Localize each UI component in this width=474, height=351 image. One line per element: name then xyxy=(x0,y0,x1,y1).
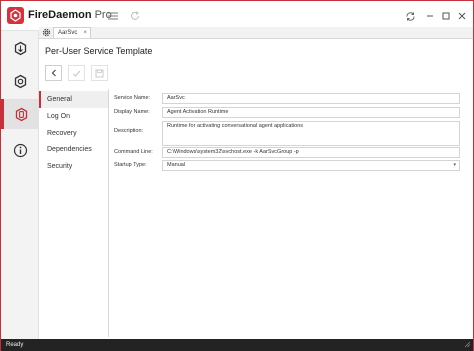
nav-item-recovery[interactable]: Recovery xyxy=(39,125,108,142)
startup-type-select[interactable]: Manual ▾ xyxy=(162,160,460,171)
nav-item-dependencies[interactable]: Dependencies xyxy=(39,141,108,158)
save-button[interactable] xyxy=(91,65,108,81)
tab-label: AarSvc xyxy=(58,30,78,36)
back-button[interactable] xyxy=(45,65,62,81)
command-line-field[interactable]: C:\Windows\system32\svchost.exe -k AarSv… xyxy=(162,147,460,158)
nav-item-security[interactable]: Security xyxy=(39,158,108,175)
nav-item-general[interactable]: General xyxy=(39,91,108,108)
page-title: Per-User Service Template xyxy=(45,46,153,56)
sidebar-services[interactable] xyxy=(1,33,39,63)
refresh-icon[interactable] xyxy=(127,8,143,24)
service-settings-icon xyxy=(14,74,26,88)
app-title: FireDaemon Pro xyxy=(28,9,112,21)
sidebar-about[interactable] xyxy=(1,135,39,165)
command-line-label: Command Line: xyxy=(114,149,153,155)
tab-close-icon[interactable]: × xyxy=(83,28,87,38)
general-form: Service Name: AarSvc Display Name: Agent… xyxy=(109,89,473,337)
settings-nav: General Log On Recovery Dependencies Sec… xyxy=(39,89,109,337)
tab-aarsvc[interactable]: AarSvc × xyxy=(53,27,91,38)
service-name-field[interactable]: AarSvc xyxy=(162,93,460,104)
service-name-label: Service Name: xyxy=(114,95,151,101)
startup-type-label: Startup Type: xyxy=(114,162,147,168)
status-text: Ready xyxy=(6,342,24,348)
sync-icon[interactable] xyxy=(402,8,418,24)
firedaemon-logo xyxy=(7,7,24,24)
display-name-field[interactable]: Agent Activation Runtime xyxy=(162,107,460,118)
sidebar-service-settings[interactable] xyxy=(1,66,39,96)
description-field[interactable]: Runtime for activating conversational ag… xyxy=(162,121,460,146)
startup-type-value: Manual xyxy=(167,162,186,168)
chevron-left-icon xyxy=(51,69,56,77)
per-user-template-icon xyxy=(15,107,28,121)
services-icon xyxy=(14,41,26,55)
chevron-down-icon: ▾ xyxy=(453,162,456,168)
checkmark-icon xyxy=(73,70,81,77)
resize-grip-icon[interactable] xyxy=(464,341,471,348)
apply-button[interactable] xyxy=(68,65,85,81)
close-window-button[interactable] xyxy=(453,7,471,25)
gear-icon[interactable] xyxy=(42,28,51,39)
app-brand-name: FireDaemon xyxy=(28,9,92,21)
hamburger-menu-icon[interactable] xyxy=(105,8,121,24)
sidebar-per-user-template[interactable] xyxy=(1,99,39,129)
display-name-label: Display Name: xyxy=(114,109,150,115)
left-sidebar xyxy=(1,31,39,339)
status-bar: Ready xyxy=(1,339,473,351)
info-icon xyxy=(13,143,27,157)
save-icon xyxy=(95,69,104,77)
document-tab-strip: AarSvc × xyxy=(39,27,473,39)
app-window: FireDaemon Pro AarSvc × Per-User Service… xyxy=(0,0,474,351)
nav-item-log-on[interactable]: Log On xyxy=(39,108,108,125)
description-label: Description: xyxy=(114,128,144,134)
